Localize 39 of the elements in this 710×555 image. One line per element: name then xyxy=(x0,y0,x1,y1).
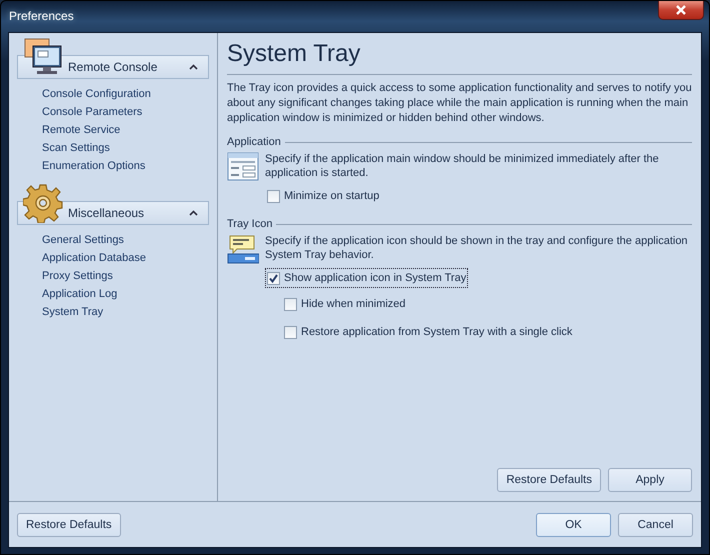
sidebar-link[interactable]: System Tray xyxy=(42,303,104,321)
close-icon xyxy=(674,4,688,16)
section-title: Application xyxy=(227,136,281,148)
section-description: Specify if the application main window should be minimized immediately after the application is started. xyxy=(265,152,660,180)
sidebar-link[interactable]: Console Configuration xyxy=(42,85,151,103)
checkbox-option[interactable]: Minimize on startup xyxy=(265,186,382,206)
sidebar-link[interactable]: Console Parameters xyxy=(42,103,142,121)
sidebar-link[interactable]: Scan Settings xyxy=(42,139,110,157)
close-button[interactable] xyxy=(658,1,704,20)
sidebar-link[interactable]: Proxy Settings xyxy=(42,267,113,285)
group-title: Miscellaneous xyxy=(68,206,146,220)
sidebar-link[interactable]: Enumeration Options xyxy=(42,157,146,175)
checkbox[interactable] xyxy=(267,190,280,202)
checkbox-option[interactable]: Restore application from System Tray with a single click xyxy=(282,322,574,342)
tray-popup-icon xyxy=(227,234,259,264)
page-description: The Tray icon provides a quick access to some application functionality and serves to notify you about any significant changes taking place while the main application is running when the main application window is minimized or hidden behind other windows. xyxy=(227,81,692,126)
dialog-button[interactable]: Cancel xyxy=(618,512,693,536)
checkbox[interactable] xyxy=(267,272,280,284)
checkbox[interactable] xyxy=(284,298,297,310)
sidebar-link[interactable]: Application Database xyxy=(42,249,146,267)
sidebar-link[interactable]: General Settings xyxy=(42,231,124,249)
group-title: Remote Console xyxy=(68,60,158,74)
page-title: System Tray xyxy=(227,39,692,75)
window-icon xyxy=(227,152,259,182)
caret-icon[interactable] xyxy=(189,210,198,216)
dialog-button[interactable]: Restore Defaults xyxy=(497,468,601,492)
sidebar-link[interactable]: Application Log xyxy=(42,285,118,303)
checkbox-option[interactable]: Show application icon in System Tray xyxy=(265,268,468,288)
dialog-button[interactable]: Apply xyxy=(608,468,692,492)
gear-icon xyxy=(23,183,65,223)
sidebar-link[interactable]: Remote Service xyxy=(42,121,120,139)
checkbox-option[interactable]: Hide when minimized xyxy=(282,294,408,314)
window-title: Preferences xyxy=(8,9,74,23)
restore-defaults-button[interactable]: Restore Defaults xyxy=(17,512,121,536)
section-title: Tray Icon xyxy=(227,218,272,230)
section-description: Specify if the application icon should be shown in the tray and configure the application System Tray behavior. xyxy=(265,234,689,262)
dialog-button[interactable]: OK xyxy=(536,512,611,536)
checkbox[interactable] xyxy=(284,326,297,338)
caret-icon[interactable] xyxy=(189,64,198,70)
